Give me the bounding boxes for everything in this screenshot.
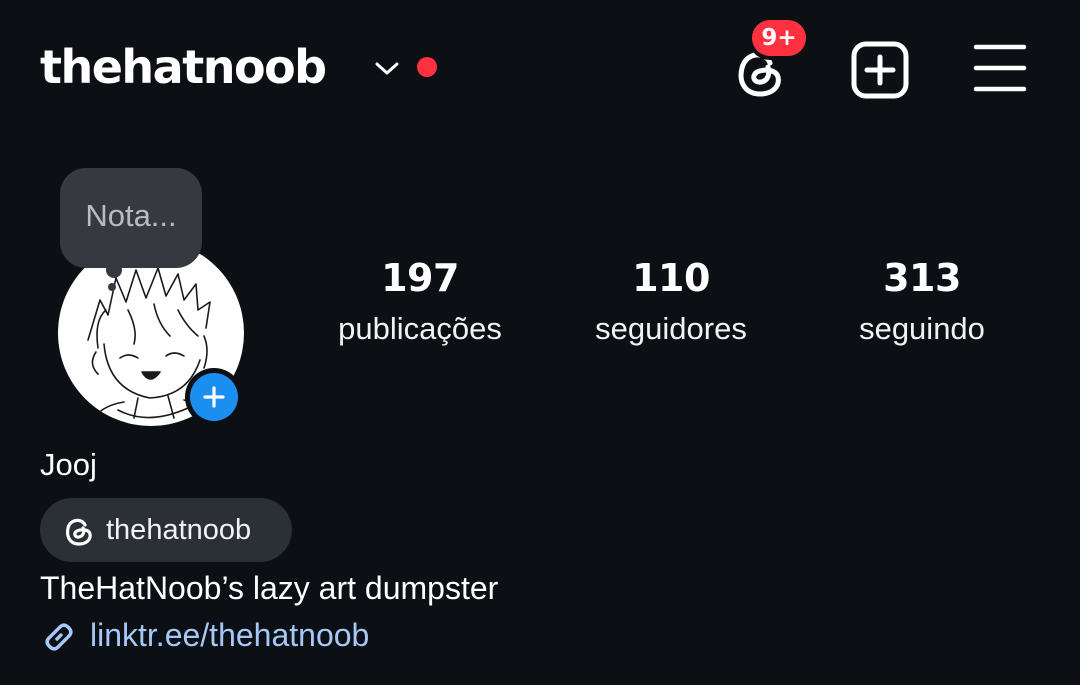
add-story-circle [190,373,238,421]
followers-stat[interactable]: 110 seguidores [551,250,791,352]
posts-label: publicações [338,311,502,346]
following-count: 313 [883,256,961,300]
followers-count: 110 [632,256,710,300]
bio-link-text[interactable]: linktr.ee/thehatnoob [90,612,369,658]
posts-stat[interactable]: 197 publicações [300,250,540,352]
following-label: seguindo [859,311,985,346]
threads-icon [65,518,92,546]
notification-badge[interactable]: 9+ [748,16,810,60]
hamburger-menu-icon[interactable] [970,42,1030,94]
threads-handle: thehatnoob [106,514,252,546]
unread-dot [417,57,437,77]
threads-profile-chip[interactable]: thehatnoob [40,498,292,562]
profile-username[interactable]: thehatnoob [40,36,327,98]
note-bubble-tail [106,262,122,278]
note-placeholder: Nota... [85,198,177,233]
chevron-down-icon[interactable] [372,56,402,80]
note-bubble-tail-dot [108,283,116,291]
posts-count: 197 [381,256,459,300]
link-icon [45,623,73,651]
plus-icon [203,386,225,408]
followers-label: seguidores [595,311,747,346]
create-post-icon[interactable] [848,38,912,102]
add-story-button[interactable] [185,368,243,426]
profile-screen: thehatnoob 9+ Nota... 197 publicações 11… [0,0,1080,685]
note-bubble[interactable]: Nota... [60,168,202,268]
bio-text: TheHatNoob’s lazy art dumpster [40,570,499,606]
display-name: Jooj [40,447,97,482]
following-stat[interactable]: 313 seguindo [802,250,1042,352]
